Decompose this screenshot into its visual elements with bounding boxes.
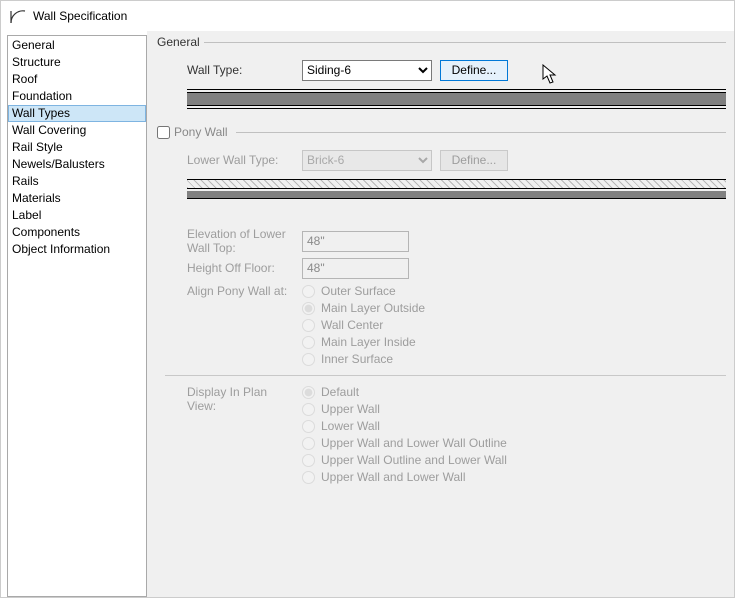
align-radio-3[interactable] (302, 336, 315, 349)
sidebar-item-structure[interactable]: Structure (8, 54, 146, 71)
align-radio-0[interactable] (302, 285, 315, 298)
display-radio-label-0: Default (321, 385, 359, 399)
pony-wall-legend: Pony Wall (174, 125, 228, 139)
align-radio-label-2: Wall Center (321, 318, 383, 332)
display-radio-4[interactable] (302, 454, 315, 467)
display-plan-label: Display In Plan View: (157, 382, 302, 413)
wall-specification-dialog: Wall Specification GeneralStructureRoofF… (0, 0, 735, 598)
sidebar-item-wall-types[interactable]: Wall Types (8, 105, 146, 122)
align-radio-label-0: Outer Surface (321, 284, 396, 298)
height-off-floor-label: Height Off Floor: (157, 261, 302, 275)
sidebar-item-rails[interactable]: Rails (8, 173, 146, 190)
wall-preview-lower (187, 179, 726, 203)
sidebar-item-foundation[interactable]: Foundation (8, 88, 146, 105)
wall-type-select[interactable]: Siding-6 (302, 60, 432, 81)
display-radio-label-3: Upper Wall and Lower Wall Outline (321, 436, 507, 450)
settings-panel: General Wall Type: Siding-6 Define... (147, 31, 734, 597)
titlebar: Wall Specification (1, 1, 734, 31)
display-radio-label-5: Upper Wall and Lower Wall (321, 470, 466, 484)
display-radio-0[interactable] (302, 386, 315, 399)
sidebar-item-rail-style[interactable]: Rail Style (8, 139, 146, 156)
display-radio-3[interactable] (302, 437, 315, 450)
display-radio-5[interactable] (302, 471, 315, 484)
lower-wall-type-select[interactable]: Brick-6 (302, 150, 432, 171)
pony-wall-group: Pony Wall Lower Wall Type: Brick-6 Defin… (157, 125, 726, 489)
display-radio-label-4: Upper Wall Outline and Lower Wall (321, 453, 507, 467)
wall-arc-icon (9, 7, 27, 25)
wall-preview-upper (187, 89, 726, 111)
elevation-label: Elevation of Lower Wall Top: (157, 227, 302, 255)
align-radio-2[interactable] (302, 319, 315, 332)
define-wall-type-button[interactable]: Define... (440, 60, 508, 81)
sidebar-item-components[interactable]: Components (8, 224, 146, 241)
align-radio-4[interactable] (302, 353, 315, 366)
pony-wall-checkbox[interactable] (157, 126, 170, 139)
align-radio-1[interactable] (302, 302, 315, 315)
sidebar-item-object-information[interactable]: Object Information (8, 241, 146, 258)
display-radio-1[interactable] (302, 403, 315, 416)
align-radio-group: Outer Surface Main Layer Outside Wall Cent… (302, 281, 425, 369)
sidebar-item-wall-covering[interactable]: Wall Covering (8, 122, 146, 139)
elevation-input[interactable] (302, 231, 409, 252)
window-title: Wall Specification (33, 9, 127, 23)
sidebar-item-label[interactable]: Label (8, 207, 146, 224)
align-radio-label-1: Main Layer Outside (321, 301, 425, 315)
display-radio-group: Default Upper Wall Lower Wall Upper Wall an… (302, 382, 507, 487)
divider (165, 375, 726, 376)
sidebar-item-roof[interactable]: Roof (8, 71, 146, 88)
display-radio-label-2: Lower Wall (321, 419, 380, 433)
category-sidebar: GeneralStructureRoofFoundationWall Types… (7, 35, 147, 597)
sidebar-item-newels-balusters[interactable]: Newels/Balusters (8, 156, 146, 173)
sidebar-item-materials[interactable]: Materials (8, 190, 146, 207)
define-lower-wall-button[interactable]: Define... (440, 150, 508, 171)
align-radio-label-4: Inner Surface (321, 352, 393, 366)
display-radio-label-1: Upper Wall (321, 402, 380, 416)
align-pony-label: Align Pony Wall at: (157, 281, 302, 298)
general-legend: General (157, 35, 204, 49)
lower-wall-type-label: Lower Wall Type: (157, 153, 302, 167)
general-group: General Wall Type: Siding-6 Define... (157, 35, 726, 115)
wall-type-label: Wall Type: (157, 63, 302, 77)
align-radio-label-3: Main Layer Inside (321, 335, 416, 349)
height-off-floor-input[interactable] (302, 258, 409, 279)
display-radio-2[interactable] (302, 420, 315, 433)
sidebar-item-general[interactable]: General (8, 37, 146, 54)
